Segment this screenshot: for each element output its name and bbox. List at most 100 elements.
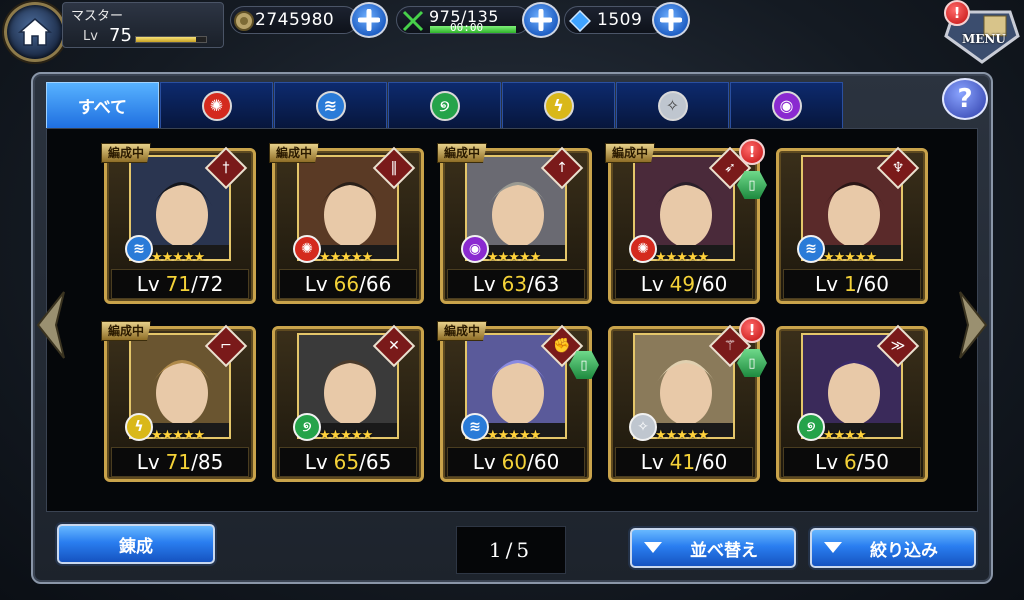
gil-coin-icon <box>234 11 254 31</box>
tab-all[interactable]: すべて <box>46 82 159 128</box>
unit-card[interactable]: ★★★★★ ✧ ⚚ Lv 41 /60 ! ▯ <box>608 317 767 482</box>
rarity-stars: ★★★★★ <box>151 428 205 443</box>
add-stamina-button[interactable] <box>522 2 560 38</box>
unit-alert-badge: ! <box>739 139 765 165</box>
light-element-icon: ✧ <box>629 413 657 441</box>
chevron-down-icon <box>644 542 662 553</box>
unit-level-label: Lv <box>304 450 328 474</box>
unit-level-label: Lv <box>815 450 839 474</box>
unit-level-current: 41 <box>669 450 696 474</box>
add-gil-button[interactable] <box>350 2 388 38</box>
unit-card[interactable]: ★★★★ ୭ ≫ Lv 6 /50 <box>776 324 928 482</box>
unit-level-max: /60 <box>695 450 728 474</box>
unit-level: Lv 71 /72 <box>111 269 249 299</box>
plus-icon <box>660 9 682 31</box>
unit-level-current: 60 <box>501 450 528 474</box>
rarity-stars: ★★★★★ <box>151 250 205 265</box>
unit-level-max: /85 <box>191 450 224 474</box>
unit-level-current: 49 <box>669 272 696 296</box>
sort-label: 並べ替え <box>690 540 758 561</box>
unit-level-current: 71 <box>165 450 192 474</box>
unit-card[interactable]: ★★★★★ ✺ ➶ Lv 49 /60 編成中! ▯ <box>605 139 767 304</box>
unit-level-label: Lv <box>640 450 664 474</box>
plus-icon <box>358 9 380 31</box>
thunder-element-icon: ϟ <box>125 413 153 441</box>
tab-water[interactable]: ≋ <box>274 82 387 128</box>
menu-button[interactable]: MENU ! <box>944 0 1022 64</box>
light-element-icon: ✧ <box>657 90 688 121</box>
rarity-stars: ★★★★★ <box>655 428 709 443</box>
rarity-stars: ★★★★★ <box>319 428 373 443</box>
unit-card[interactable]: ★★★★★ ≋ ♆ Lv 1 /60 <box>776 146 928 304</box>
unit-level: Lv 65 /65 <box>279 447 417 477</box>
rarity-stars: ★★★★ <box>823 428 867 443</box>
prev-page-arrow-icon[interactable] <box>34 290 66 360</box>
water-element-icon: ≋ <box>461 413 489 441</box>
home-icon <box>18 18 52 46</box>
unit-card[interactable]: ★★★★★ ◉ ↑ Lv 63 /63 編成中 <box>437 143 592 304</box>
unit-level-max: /60 <box>856 272 889 296</box>
wind-element-icon: ୭ <box>293 413 321 441</box>
unit-card[interactable]: ★★★★★ ✺ ‖ Lv 66 /66 編成中 <box>269 143 424 304</box>
player-level-label: Lv <box>83 29 98 44</box>
gil-amount: 2745980 <box>255 10 335 30</box>
in-party-tag: 編成中 <box>437 143 488 163</box>
unit-level-current: 6 <box>844 450 857 474</box>
unit-level-max: /60 <box>695 272 728 296</box>
stamina-timer: 00:00 <box>450 21 484 34</box>
tab-fire[interactable]: ✺ <box>160 82 273 128</box>
unit-card[interactable]: ★★★★★ ϟ ⌐ Lv 71 /85 編成中 <box>101 321 256 482</box>
unit-level-label: Lv <box>640 272 664 296</box>
sort-button[interactable]: 並べ替え <box>630 528 796 568</box>
unit-card[interactable]: ★★★★★ ≋ † Lv 71 /72 編成中 <box>101 143 256 304</box>
plus-icon <box>530 9 552 31</box>
exp-bar <box>135 36 207 43</box>
dark-element-icon: ◉ <box>771 90 802 121</box>
add-gem-button[interactable] <box>652 2 690 38</box>
fire-element-icon: ✺ <box>201 90 232 121</box>
rarity-stars: ★★★★★ <box>823 250 877 265</box>
element-filter-tabs: すべて ✺ ≋ ୭ ϟ ✧ ◉ <box>46 82 844 128</box>
tab-wind[interactable]: ୭ <box>388 82 501 128</box>
unit-level: Lv 60 /60 <box>447 447 585 477</box>
rarity-stars: ★★★★★ <box>487 428 541 443</box>
unit-level-current: 1 <box>844 272 857 296</box>
tab-light[interactable]: ✧ <box>616 82 729 128</box>
unit-level: Lv 71 /85 <box>111 447 249 477</box>
player-name: マスター <box>71 9 124 24</box>
dark-element-icon: ◉ <box>461 235 489 263</box>
player-info-panel: マスター Lv 75 <box>62 2 224 48</box>
unit-level-label: Lv <box>472 450 496 474</box>
unit-level: Lv 63 /63 <box>447 269 585 299</box>
unit-level-max: /65 <box>359 450 392 474</box>
fire-element-icon: ✺ <box>293 235 321 263</box>
home-button[interactable] <box>4 2 66 62</box>
rarity-stars: ★★★★★ <box>655 250 709 265</box>
unit-level-max: /63 <box>527 272 560 296</box>
unit-level-label: Lv <box>304 272 328 296</box>
menu-alert-badge: ! <box>944 0 970 26</box>
unit-card[interactable]: ★★★★★ ≋ ✊ Lv 60 /60 編成中 ▯ <box>437 321 599 482</box>
page-indicator: 1 / 5 <box>456 526 566 574</box>
help-button[interactable]: ? <box>942 78 988 120</box>
unit-level-label: Lv <box>472 272 496 296</box>
in-party-tag: 編成中 <box>605 143 656 163</box>
page-separator: / <box>505 538 517 562</box>
menu-label: MENU <box>962 32 1006 46</box>
rarity-stars: ★★★★★ <box>319 250 373 265</box>
tab-thunder[interactable]: ϟ <box>502 82 615 128</box>
next-page-arrow-icon[interactable] <box>958 290 990 360</box>
unit-alert-badge: ! <box>739 317 765 343</box>
unit-level-max: /50 <box>856 450 889 474</box>
water-element-icon: ≋ <box>797 235 825 263</box>
unit-level-current: 66 <box>333 272 360 296</box>
unit-card[interactable]: ★★★★★ ୭ ✕ Lv 65 /65 <box>272 324 424 482</box>
in-party-tag: 編成中 <box>101 143 152 163</box>
in-party-tag: 編成中 <box>437 321 488 341</box>
page-total: 5 <box>516 538 534 562</box>
craft-button[interactable]: 錬成 <box>57 524 215 564</box>
rarity-stars: ★★★★★ <box>487 250 541 265</box>
filter-button[interactable]: 絞り込み <box>810 528 976 568</box>
tab-dark[interactable]: ◉ <box>730 82 843 128</box>
gem-display: 1509 <box>564 6 666 34</box>
